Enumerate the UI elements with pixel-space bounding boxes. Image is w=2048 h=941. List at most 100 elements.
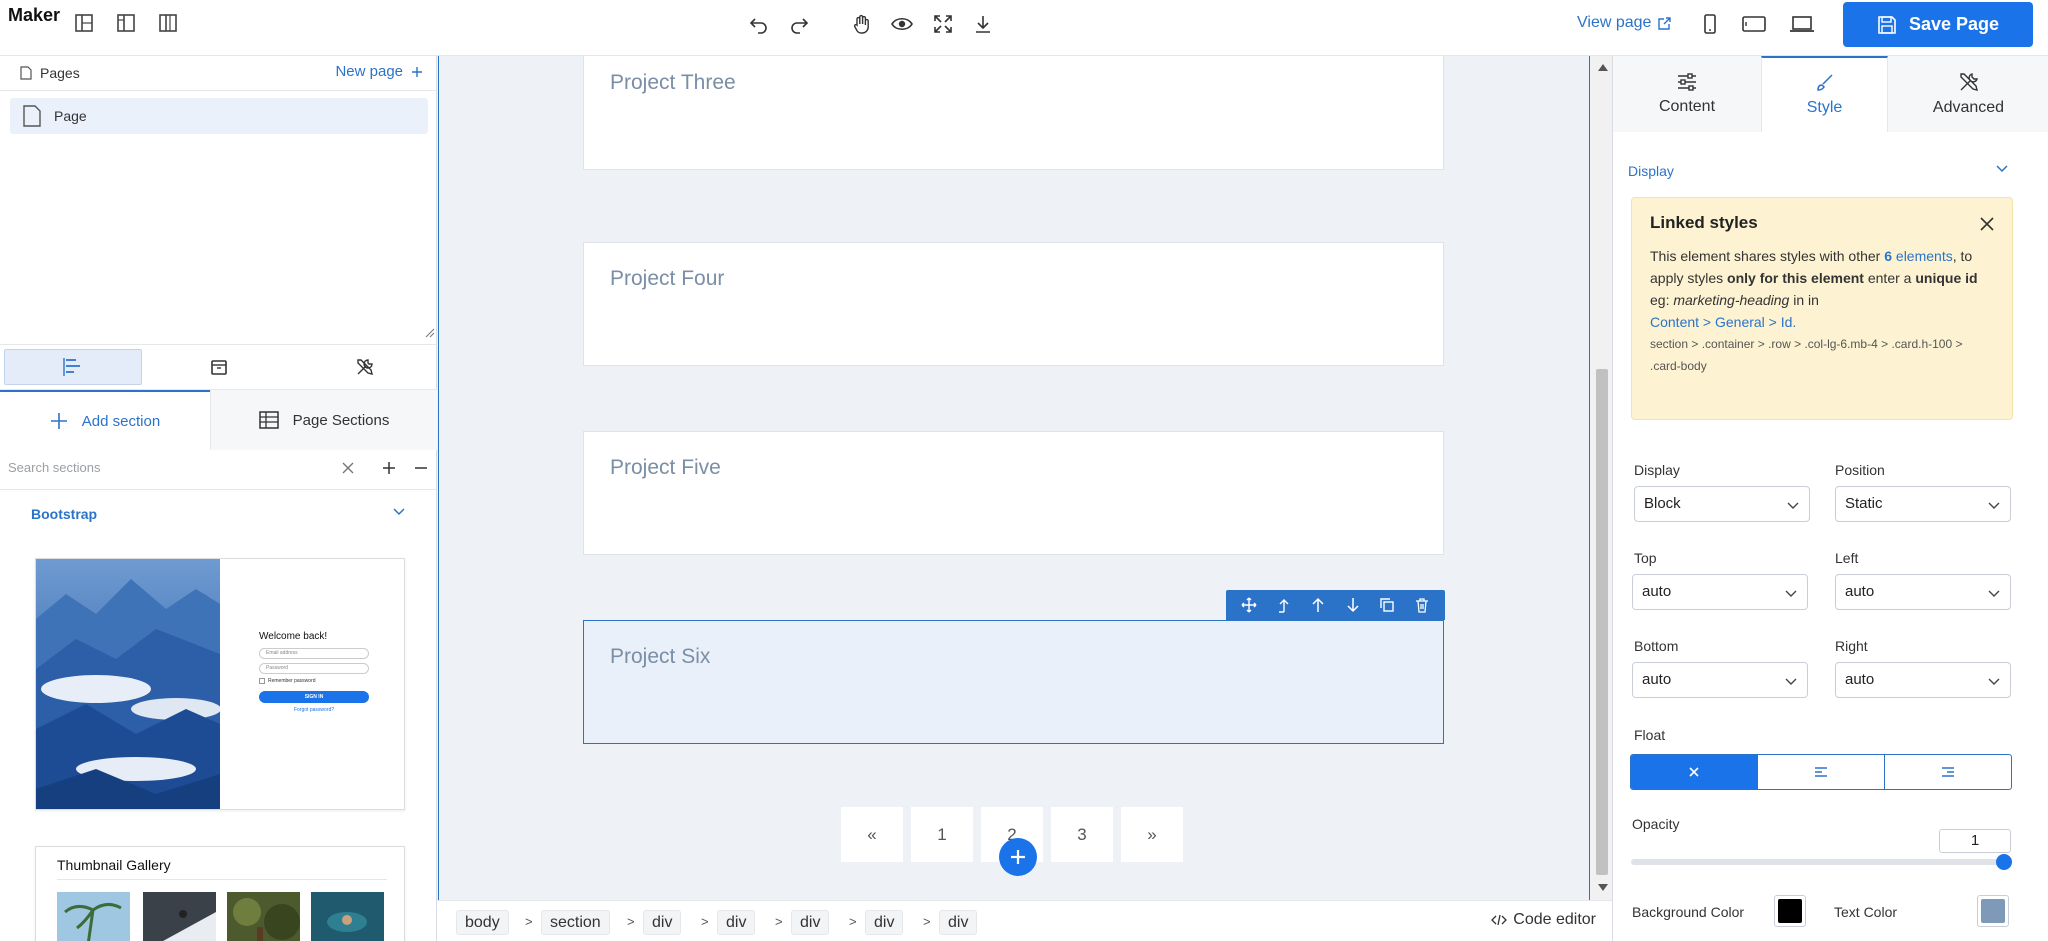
chevron-down-icon[interactable] [1995, 162, 2009, 176]
project-card[interactable]: Project Four [583, 242, 1444, 366]
scroll-down-arrow[interactable] [1598, 884, 1608, 891]
breadcrumb-item[interactable]: div [717, 910, 756, 935]
tablet-device-icon[interactable] [1742, 13, 1766, 35]
layout-left-panel-icon[interactable] [74, 13, 94, 33]
duplicate-icon[interactable] [1379, 597, 1395, 613]
pagination-page[interactable]: 3 [1051, 807, 1113, 862]
tab-page-sections[interactable]: Page Sections [210, 390, 437, 450]
close-icon[interactable] [1980, 217, 1994, 231]
display-section-title[interactable]: Display [1628, 163, 1674, 179]
chevron-down-icon [1785, 590, 1797, 597]
tools-icon [357, 359, 373, 375]
opacity-slider-handle[interactable] [1996, 854, 2012, 870]
background-color-label: Background Color [1632, 904, 1745, 920]
project-card[interactable]: Project Three [583, 56, 1444, 170]
code-icon [1491, 914, 1508, 926]
card-title[interactable]: Project Three [610, 71, 736, 95]
move-icon[interactable] [1241, 597, 1257, 613]
desktop-device-icon[interactable] [1789, 13, 1814, 35]
scrollbar-thumb[interactable] [1596, 369, 1608, 875]
page-list-item[interactable]: Page [10, 98, 428, 134]
tab-advanced[interactable]: Advanced [1888, 56, 2048, 132]
float-right-button[interactable] [1885, 755, 2011, 789]
breadcrumb-separator: > [849, 914, 857, 929]
layout-split-icon[interactable] [116, 13, 136, 33]
resize-handle-icon[interactable] [425, 328, 435, 338]
gallery-section-thumbnail[interactable]: Thumbnail Gallery [35, 846, 405, 941]
right-select[interactable]: auto [1835, 662, 2011, 698]
pagination-prev[interactable]: « [841, 807, 903, 862]
float-none-button[interactable] [1631, 755, 1758, 789]
mobile-device-icon[interactable] [1698, 13, 1722, 35]
content-id-link[interactable]: Content > General > Id. [1650, 311, 1994, 333]
download-icon[interactable] [972, 13, 994, 35]
display-select[interactable]: Block [1634, 486, 1810, 522]
preview-eye-icon[interactable] [891, 13, 913, 35]
breadcrumb-item[interactable]: div [791, 910, 830, 935]
code-editor-button[interactable]: Code editor [1491, 911, 1596, 929]
new-page-button[interactable]: New page [335, 63, 423, 80]
collapse-all-icon[interactable] [414, 461, 428, 475]
layout-right-panel-icon[interactable] [158, 13, 178, 33]
view-page-label: View page [1577, 14, 1652, 31]
left-label: Left [1835, 550, 1859, 566]
email-field-preview: Email address [259, 648, 369, 659]
card-title[interactable]: Project Six [610, 645, 710, 669]
tab-style[interactable]: Style [1761, 56, 1888, 132]
scroll-up-arrow[interactable] [1598, 64, 1608, 71]
view-page-link[interactable]: View page [1577, 14, 1672, 32]
position-select[interactable]: Static [1835, 486, 2011, 522]
add-section-fab[interactable] [999, 838, 1037, 876]
card-title[interactable]: Project Five [610, 456, 721, 480]
editor-canvas[interactable]: Project Three Project Four Project Five … [437, 56, 1612, 900]
opacity-input[interactable]: 1 [1939, 829, 2011, 853]
section-group-title[interactable]: Bootstrap [31, 506, 97, 522]
breadcrumb-item[interactable]: div [939, 910, 978, 935]
pagination-page[interactable]: 1 [911, 807, 973, 862]
save-page-button[interactable]: Save Page [1843, 2, 2033, 47]
login-section-thumbnail[interactable]: Welcome back! Email address Password Rem… [35, 558, 405, 810]
expand-all-icon[interactable] [382, 461, 396, 475]
left-select[interactable]: auto [1835, 574, 2011, 610]
section-search [0, 450, 437, 490]
tab-sections[interactable] [4, 349, 142, 385]
canvas-scrollbar[interactable] [1592, 56, 1612, 900]
redo-icon[interactable] [788, 13, 810, 35]
linked-styles-text: This element shares styles with other 6 … [1650, 245, 1994, 311]
tab-blocks[interactable] [150, 349, 288, 385]
tab-add-section[interactable]: Add section [0, 390, 210, 450]
card-title[interactable]: Project Four [610, 267, 724, 291]
hand-icon[interactable] [851, 13, 873, 35]
fullscreen-icon[interactable] [932, 13, 954, 35]
project-card[interactable]: Project Five [583, 431, 1444, 555]
chevron-down-icon[interactable] [392, 505, 406, 519]
align-right-icon [1942, 767, 1954, 777]
position-label: Position [1835, 462, 1885, 478]
opacity-slider[interactable] [1631, 859, 2003, 865]
top-select[interactable]: auto [1632, 574, 1808, 610]
tab-tools[interactable] [296, 349, 434, 385]
bottom-select[interactable]: auto [1632, 662, 1808, 698]
elements-link[interactable]: elements [1896, 248, 1953, 264]
move-up-icon[interactable] [1310, 597, 1326, 613]
breadcrumb-item[interactable]: div [643, 910, 682, 935]
breadcrumb-item[interactable]: body [456, 910, 509, 935]
breadcrumb-item[interactable]: section [541, 910, 610, 935]
float-left-button[interactable] [1758, 755, 1885, 789]
select-parent-icon[interactable] [1276, 597, 1292, 613]
clear-search-icon[interactable] [342, 462, 354, 474]
background-color-swatch[interactable] [1774, 895, 1806, 927]
external-link-icon [1658, 16, 1672, 30]
sections-tabs: Add section Page Sections [0, 390, 437, 450]
breadcrumb-separator: > [525, 914, 533, 929]
delete-icon[interactable] [1414, 597, 1430, 613]
text-color-swatch[interactable] [1977, 895, 2009, 927]
breadcrumb-separator: > [627, 914, 635, 929]
undo-icon[interactable] [748, 13, 770, 35]
search-sections-input[interactable] [8, 460, 328, 475]
project-card-selected[interactable]: Project Six [583, 620, 1444, 744]
move-down-icon[interactable] [1345, 597, 1361, 613]
breadcrumb-item[interactable]: div [865, 910, 904, 935]
tab-content[interactable]: Content [1613, 56, 1761, 132]
pagination-next[interactable]: » [1121, 807, 1183, 862]
